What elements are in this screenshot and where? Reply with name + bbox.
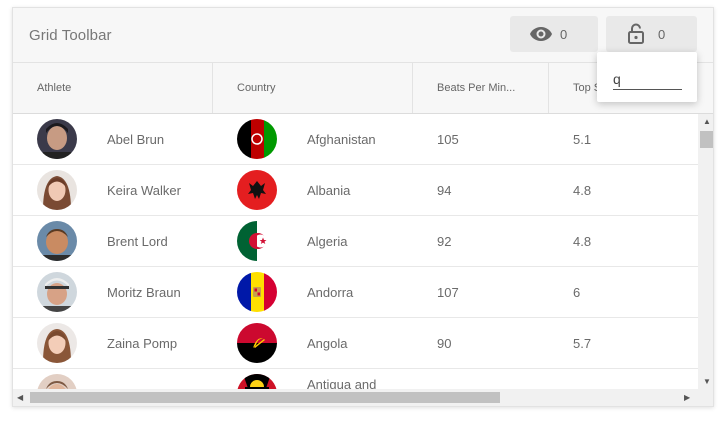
horizontal-scrollbar[interactable]: ◀ ▶ <box>13 389 698 406</box>
athlete-name: Brent Lord <box>107 234 168 249</box>
top-speed-cell[interactable]: 6 <box>549 267 698 317</box>
top-speed-cell[interactable]: 5.7 <box>549 318 698 368</box>
bpm-cell[interactable]: 107 <box>413 267 549 317</box>
avatar <box>37 119 77 159</box>
athlete-cell[interactable]: Brent Lord <box>13 216 213 266</box>
vertical-scrollbar[interactable]: ▲ ▼ <box>698 114 713 389</box>
horizontal-scroll-thumb[interactable] <box>30 392 500 403</box>
avatar <box>37 170 77 210</box>
avatar <box>37 221 77 261</box>
hiding-columns-button[interactable]: 0 <box>510 16 598 52</box>
athlete-name: Keira Walker <box>107 183 181 198</box>
scroll-left-arrow-icon[interactable]: ◀ <box>17 394 23 402</box>
top-speed-value: 4.8 <box>573 234 592 249</box>
bpm-value: 94 <box>437 183 452 198</box>
column-header-beats-per-minute[interactable]: Beats Per Min... <box>413 63 549 113</box>
top-speed-cell[interactable]: 4.8 <box>549 165 698 215</box>
bpm-cell[interactable]: 105 <box>413 114 549 164</box>
flag-albania-icon <box>237 170 277 210</box>
pinning-columns-button[interactable]: 0 <box>606 16 697 52</box>
top-speed-value: 6 <box>573 285 581 300</box>
bpm-cell[interactable]: 90 <box>413 318 549 368</box>
bpm-cell[interactable] <box>413 369 549 389</box>
table-row[interactable]: Brent Lord Algeria 92 4.8 <box>13 216 698 267</box>
country-cell[interactable]: Algeria <box>213 216 413 266</box>
bpm-cell[interactable]: 94 <box>413 165 549 215</box>
locked-columns-count: 0 <box>658 26 666 42</box>
top-speed-cell[interactable]: 4.8 <box>549 216 698 266</box>
eye-icon <box>529 22 553 46</box>
scroll-up-arrow-icon[interactable]: ▲ <box>703 118 711 126</box>
column-header-country[interactable]: Country <box>213 63 413 113</box>
country-cell[interactable]: Antigua and <box>213 369 413 389</box>
bpm-value: 105 <box>437 132 459 147</box>
country-name: Antigua and <box>307 377 377 389</box>
table-row[interactable]: Moritz Braun Andorra 107 6 <box>13 267 698 318</box>
top-speed-cell[interactable]: 5.1 <box>549 114 698 164</box>
top-speed-cell[interactable] <box>549 369 698 389</box>
flag-afghanistan-icon <box>237 119 277 159</box>
athlete-cell[interactable]: Moritz Braun <box>13 267 213 317</box>
column-header-athlete[interactable]: Athlete <box>13 63 213 113</box>
country-name: Algeria <box>307 234 348 249</box>
flag-andorra-icon <box>237 272 277 312</box>
top-speed-value: 4.8 <box>573 183 592 198</box>
country-name: Andorra <box>307 285 354 300</box>
column-search-input[interactable] <box>613 68 682 90</box>
flag-angola-icon <box>237 323 277 363</box>
avatar <box>37 323 77 363</box>
toolbar-title: Grid Toolbar <box>29 27 112 44</box>
table-row[interactable]: Abel Brun Afghanistan 105 5.1 <box>13 114 698 165</box>
country-cell[interactable]: Albania <box>213 165 413 215</box>
country-name: Albania <box>307 183 351 198</box>
scrollbar-corner <box>698 389 713 406</box>
top-speed-value: 5.1 <box>573 132 592 147</box>
country-cell[interactable]: Afghanistan <box>213 114 413 164</box>
athlete-name: Zaina Pomp <box>107 336 178 351</box>
avatar <box>37 374 77 389</box>
country-cell[interactable]: Andorra <box>213 267 413 317</box>
avatar <box>37 272 77 312</box>
bpm-value: 90 <box>437 336 452 351</box>
table-row[interactable]: Zaina Pomp Angola 90 5.7 <box>13 318 698 369</box>
column-pinning-dropdown <box>597 52 697 102</box>
top-speed-value: 5.7 <box>573 336 592 351</box>
athlete-cell[interactable]: Keira Walker <box>13 165 213 215</box>
athlete-name: Abel Brun <box>107 132 165 147</box>
scroll-down-arrow-icon[interactable]: ▼ <box>703 378 711 386</box>
athlete-cell[interactable] <box>13 369 213 389</box>
country-name: Angola <box>307 336 348 351</box>
bpm-value: 92 <box>437 234 452 249</box>
vertical-scroll-thumb[interactable] <box>700 131 713 148</box>
flag-algeria-icon <box>237 221 277 261</box>
athlete-cell[interactable]: Zaina Pomp <box>13 318 213 368</box>
bpm-value: 107 <box>437 285 459 300</box>
country-cell[interactable]: Angola <box>213 318 413 368</box>
flag-antigua-and-barbuda-icon <box>237 374 277 389</box>
hidden-columns-count: 0 <box>560 26 568 42</box>
bpm-cell[interactable]: 92 <box>413 216 549 266</box>
scroll-right-arrow-icon[interactable]: ▶ <box>684 394 690 402</box>
grid-body: Abel Brun Afghanistan 105 5.1 Keira Walk… <box>13 114 698 389</box>
athlete-name: Moritz Braun <box>107 285 181 300</box>
athlete-cell[interactable]: Abel Brun <box>13 114 213 164</box>
country-name: Afghanistan <box>307 132 376 147</box>
unlock-icon <box>624 22 648 46</box>
table-row[interactable]: Keira Walker Albania 94 4.8 <box>13 165 698 216</box>
table-row[interactable]: Antigua and <box>13 369 698 389</box>
